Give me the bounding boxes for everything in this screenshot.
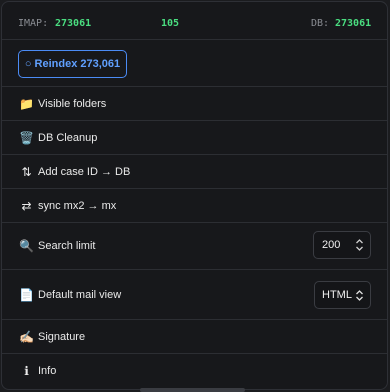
settings-panel: IMAP: 273061 105 DB: 273061 ○ Reindex 27… <box>1 1 388 390</box>
menu-item-label: Info <box>38 365 57 377</box>
resize-handle[interactable] <box>140 388 245 392</box>
document-icon: 📄 <box>19 287 34 302</box>
sync-stats-bar: IMAP: 273061 105 DB: 273061 <box>2 2 387 40</box>
setting-label: Default mail view <box>38 288 122 301</box>
menu-item-add-case-id[interactable]: ⇅ Add case ID → DB <box>2 155 387 189</box>
menu-item-label: Visible folders <box>38 97 107 110</box>
menu-item-label: Add case ID → DB <box>38 165 131 178</box>
menu-item-label: Signature <box>38 330 86 343</box>
mail-view-value: HTML <box>322 289 352 301</box>
arrows-swap-icon: ⇄ <box>21 198 32 213</box>
imap-count: 273061 <box>55 18 92 29</box>
chevron-updown-icon <box>356 290 363 301</box>
refresh-icon: ○ <box>24 58 32 70</box>
menu-item-label: sync mx2 → mx <box>38 199 117 212</box>
menu-item-db-cleanup[interactable]: 🗑️ DB Cleanup <box>2 121 387 155</box>
count-difference: 105 <box>161 18 180 29</box>
search-limit-input[interactable]: 200 <box>313 231 371 259</box>
reindex-section: ○ Reindex 273,061 <box>2 40 387 87</box>
info-icon: ℹ <box>24 364 29 378</box>
menu-item-visible-folders[interactable]: 📁 Visible folders <box>2 87 387 121</box>
reindex-label: Reindex 273,061 <box>34 58 121 70</box>
trash-icon: 🗑️ <box>19 130 34 145</box>
db-count: 273061 <box>335 18 372 29</box>
menu-item-label: DB Cleanup <box>38 131 98 144</box>
mail-view-select[interactable]: HTML <box>314 281 371 309</box>
reindex-button[interactable]: ○ Reindex 273,061 <box>18 50 127 78</box>
imap-label: IMAP: <box>18 18 49 29</box>
db-label: DB: <box>311 18 330 29</box>
setting-search-limit: 🔍 Search limit 200 <box>2 223 387 270</box>
arrows-updown-icon: ⇅ <box>21 164 32 179</box>
setting-default-mail-view: 📄 Default mail view HTML <box>2 270 387 320</box>
menu-item-signature[interactable]: ✍🏻 Signature <box>2 320 387 354</box>
setting-label: Search limit <box>38 240 96 252</box>
magnifier-icon: 🔍 <box>19 239 34 253</box>
stepper-icon[interactable] <box>355 238 364 252</box>
signature-icon: ✍🏻 <box>19 329 34 344</box>
menu-item-sync[interactable]: ⇄ sync mx2 → mx <box>2 189 387 223</box>
menu-item-info[interactable]: ℹ Info <box>2 354 387 388</box>
search-limit-value: 200 <box>322 239 341 251</box>
folder-icon: 📁 <box>19 96 34 111</box>
